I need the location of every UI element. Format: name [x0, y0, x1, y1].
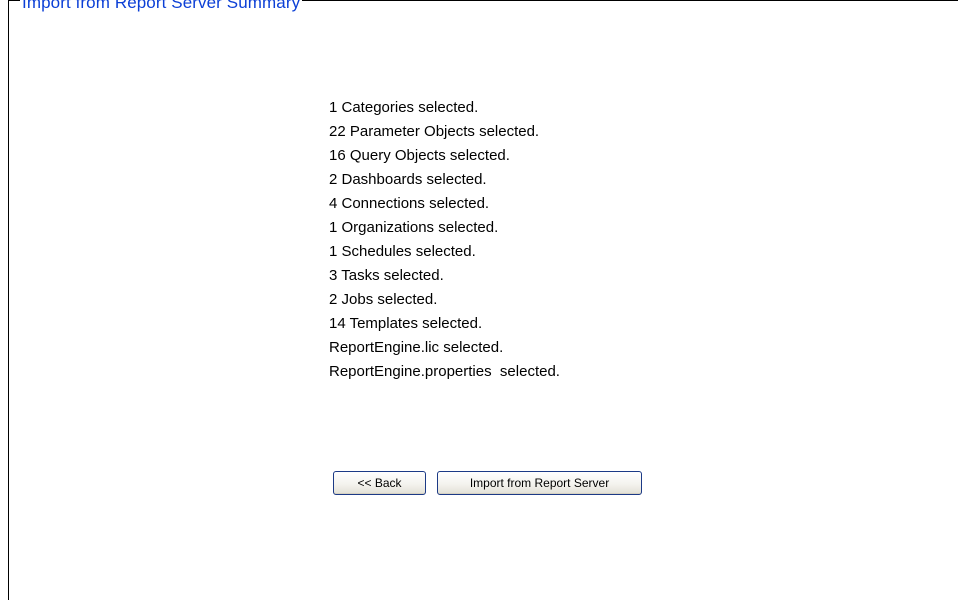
- summary-item-license-file: ReportEngine.lic selected.: [329, 339, 504, 356]
- summary-item-query-objects: 16 Query Objects selected.: [329, 147, 510, 164]
- summary-item-schedules: 1 Schedules selected.: [329, 243, 476, 260]
- summary-item-connections: 4 Connections selected.: [329, 195, 490, 212]
- summary-item-categories: 1 Categories selected.: [329, 99, 479, 116]
- summary-item-properties-file: ReportEngine.properties selected.: [329, 363, 560, 380]
- summary-item-parameter-objects: 22 Parameter Objects selected.: [329, 123, 540, 140]
- summary-item-templates: 14 Templates selected.: [329, 315, 483, 332]
- back-button[interactable]: << Back: [333, 471, 426, 495]
- summary-item-organizations: 1 Organizations selected.: [329, 219, 499, 236]
- import-from-report-server-button[interactable]: Import from Report Server: [437, 471, 642, 495]
- selection-summary-list: 1 Categories selected. 22 Parameter Obje…: [329, 96, 560, 384]
- summary-item-jobs: 2 Jobs selected.: [329, 291, 438, 308]
- summary-item-tasks: 3 Tasks selected.: [329, 267, 444, 284]
- panel-title: Import from Report Server Summary: [20, 0, 303, 13]
- summary-item-dashboards: 2 Dashboards selected.: [329, 171, 487, 188]
